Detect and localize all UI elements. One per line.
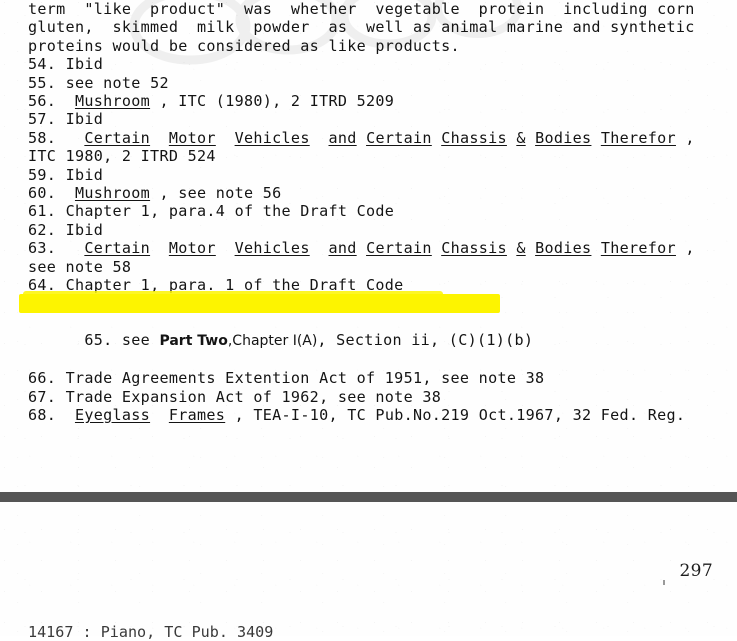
footnote-number: 58. — [28, 128, 57, 147]
footnote-suffix: , Section ii, (C)(1)(b) — [317, 331, 534, 350]
footnote-number: 54. — [28, 55, 57, 74]
case-word: Frames — [168, 405, 226, 424]
case-title: Mushroom — [74, 184, 151, 203]
paragraph-line-1: term "like product" was whether vegetabl… — [28, 0, 695, 18]
footnote-number: 66. — [28, 369, 57, 388]
case-word: Motor — [168, 128, 216, 147]
footnote-text: Ibid — [65, 55, 104, 74]
case-word: Therefor — [600, 128, 676, 147]
highlighted-footnote-item: 65. see Part Two,Chapter I(A), Section i… — [19, 291, 718, 370]
paragraph-line-2: gluten, skimmed milk powder as well as a… — [28, 18, 695, 37]
footnote-item: 58. Certain Motor Vehicles and Certain C… — [28, 129, 718, 147]
footnote-number: 60. — [28, 184, 57, 203]
footnote-number: 55. — [28, 73, 57, 92]
footnote-continuation: ITC 1980, 2 ITRD 524 — [28, 147, 216, 166]
footnote-item: 54. Ibid — [28, 55, 718, 73]
paragraph-line-3: proteins would be considered as like pro… — [28, 36, 460, 55]
footnote-number: 56. — [28, 92, 57, 111]
footnote-item: 68. Eyeglass Frames , TEA-I-10, TC Pub.N… — [28, 406, 718, 424]
footnote-text: , TEA-I-10, TC Pub.No.219 Oct.1967, 32 F… — [225, 405, 686, 424]
case-word: Vehicles — [234, 239, 310, 258]
footnote-number: 63. — [28, 239, 57, 258]
case-word: Certain — [366, 128, 432, 147]
yellow-highlight — [19, 291, 500, 313]
footnote-text: Trade Expansion Act of 1962, see note 38 — [65, 387, 442, 406]
footnote-prefix: see — [121, 331, 160, 350]
page-number: 297 — [679, 561, 713, 581]
footnote-text: see note 52 — [65, 73, 169, 92]
footnote-item: 60. Mushroom , see note 56 — [28, 184, 718, 202]
case-word: Vehicles — [234, 128, 310, 147]
case-word: Certain — [84, 128, 151, 147]
highlighted-footnote-text: 65. see Part Two,Chapter I(A), Section i… — [84, 331, 533, 349]
case-word: Eyeglass — [74, 405, 151, 424]
case-word: & — [516, 239, 526, 258]
case-word: Therefor — [600, 239, 676, 258]
case-word: Certain — [84, 239, 151, 258]
case-word: & — [516, 128, 526, 147]
page-separator-bar — [0, 492, 737, 502]
case-word: Chassis — [441, 239, 507, 258]
footnote-number: 68. — [28, 405, 57, 424]
footnote-item: 66. Trade Agreements Extention Act of 19… — [28, 369, 718, 387]
footnote-item: 63. Certain Motor Vehicles and Certain C… — [28, 239, 718, 257]
footnote-text: Ibid — [65, 110, 104, 129]
footnote-text: Chapter 1, para.4 of the Draft Code — [65, 202, 395, 221]
scan-speck — [663, 580, 665, 585]
footnote-text: Ibid — [65, 165, 104, 184]
footnote-item: 59. Ibid — [28, 166, 718, 184]
case-word: and — [328, 128, 357, 147]
footnote-number: 57. — [28, 110, 57, 129]
footnote-text: Trade Agreements Extention Act of 1951, … — [65, 369, 545, 388]
emphasis-chapter: ,Chapter I(A) — [227, 333, 318, 350]
footnote-item: 61. Chapter 1, para.4 of the Draft Code — [28, 202, 718, 220]
case-word: Certain — [366, 239, 432, 258]
footnote-tail: , — [675, 239, 695, 258]
footnote-item: 62. Ibid — [28, 221, 718, 239]
case-word: and — [328, 239, 357, 258]
footnote-item: 57. Ibid — [28, 110, 718, 128]
case-title: Mushroom — [74, 92, 151, 111]
footnote-tail: , — [675, 128, 695, 147]
footnote-number: 67. — [28, 387, 57, 406]
footnote-text: Ibid — [65, 220, 104, 239]
footnote-body: term "like product" was whether vegetabl… — [19, 0, 718, 424]
footnote-number: 59. — [28, 165, 57, 184]
footnote-continuation: see note 58 — [28, 257, 132, 276]
case-word: Bodies — [535, 128, 592, 147]
footnote-number: 62. — [28, 220, 57, 239]
emphasis-part-two: Part Two — [159, 333, 228, 350]
footnote-text: , ITC (1980), 2 ITRD 5209 — [150, 92, 395, 111]
next-page-clipped-line: 14167 : Piano, TC Pub. 3409 — [28, 623, 274, 641]
footnote-text: , see note 56 — [150, 184, 282, 203]
footnote-item: 67. Trade Expansion Act of 1962, see not… — [28, 388, 718, 406]
footnote-item: 56. Mushroom , ITC (1980), 2 ITRD 5209 — [28, 92, 718, 110]
case-word: Motor — [168, 239, 216, 258]
case-word: Chassis — [441, 128, 507, 147]
footnote-number: 65. — [84, 331, 113, 350]
scanned-document-page: term "like product" was whether vegetabl… — [0, 0, 737, 641]
case-word: Bodies — [535, 239, 592, 258]
footnote-number: 61. — [28, 202, 57, 221]
footnote-item: 55. see note 52 — [28, 74, 718, 92]
